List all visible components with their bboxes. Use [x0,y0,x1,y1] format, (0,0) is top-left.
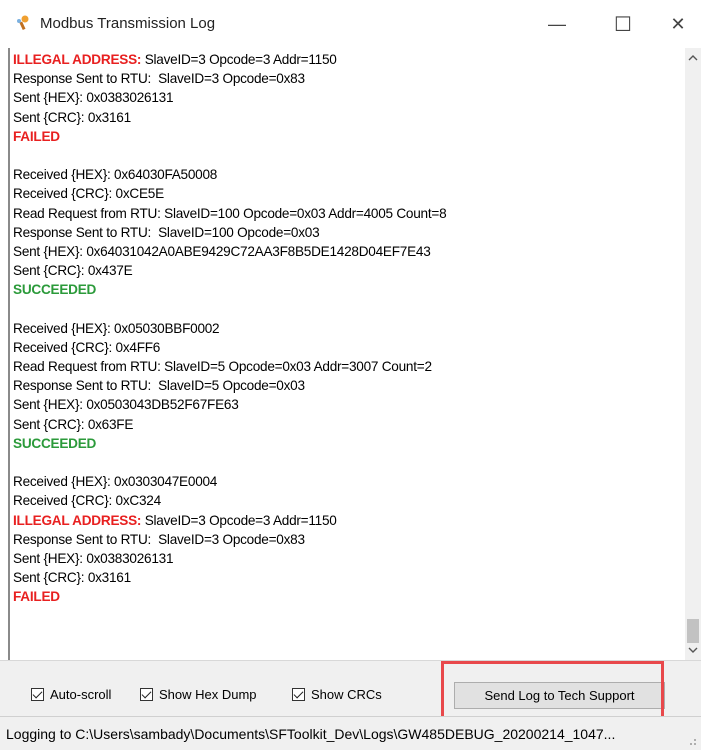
log-line-text: Response Sent to RTU: SlaveID=3 Opcode=0… [13,71,305,87]
log-line-text: Response Sent to RTU: SlaveID=5 Opcode=0… [13,378,305,394]
log-line: Sent {HEX}: 0x0383026131 [13,549,683,568]
log-line: Response Sent to RTU: SlaveID=3 Opcode=0… [13,530,683,549]
log-line-text: SlaveID=3 Opcode=3 Addr=1150 [141,52,337,67]
show-crcs-checkbox[interactable]: Show CRCs [292,687,382,702]
log-line: ILLEGAL ADDRESS: SlaveID=3 Opcode=3 Addr… [13,511,683,530]
log-line: Response Sent to RTU: SlaveID=3 Opcode=0… [13,69,683,88]
log-line-text: Sent {CRC}: 0x437E [13,263,133,279]
auto-scroll-label: Auto-scroll [50,687,112,702]
log-line: ILLEGAL ADDRESS: SlaveID=3 Opcode=3 Addr… [13,50,683,69]
title-bar: Modbus Transmission Log — ☐ ✕ [0,0,701,48]
log-line: Sent {CRC}: 0x3161 [13,108,683,127]
log-line: Response Sent to RTU: SlaveID=100 Opcode… [13,223,683,242]
log-line-text: Sent {HEX}: 0x0383026131 [13,550,174,566]
resize-grip-icon[interactable] [687,736,697,746]
modbus-app-icon [17,15,29,31]
log-text-area[interactable]: ILLEGAL ADDRESS: SlaveID=3 Opcode=3 Addr… [8,48,701,660]
window-title: Modbus Transmission Log [40,15,216,32]
highlight-box [441,661,664,723]
log-line: FAILED [13,587,683,606]
log-line: Sent {CRC}: 0x437E [13,261,683,280]
checkmark-icon[interactable] [140,688,153,701]
log-line-text: Response Sent to RTU: SlaveID=3 Opcode=0… [13,531,305,547]
log-line-text: Received {HEX}: 0x64030FA50008 [13,167,218,183]
log-content: ILLEGAL ADDRESS: SlaveID=3 Opcode=3 Addr… [13,50,683,606]
log-line-text: Sent {CRC}: 0x3161 [13,570,131,586]
show-crcs-label: Show CRCs [311,687,382,702]
log-line-text: Sent {HEX}: 0x64031042A0ABE9429C72AA3F8B… [13,243,431,259]
checkmark-icon[interactable] [31,688,44,701]
scroll-thumb[interactable] [687,619,699,643]
log-line-text: Received {HEX}: 0x0303047E0004 [13,474,218,490]
log-line-text: Read Request from RTU: SlaveID=5 Opcode=… [13,359,432,374]
log-line-text: Response Sent to RTU: SlaveID=100 Opcode… [13,224,320,240]
log-error-prefix: ILLEGAL ADDRESS: [13,52,142,67]
log-line-text: Received {HEX}: 0x05030BBF0002 [13,320,220,336]
log-line: Received {HEX}: 0x05030BBF0002 [13,319,683,338]
log-line-text: Received {CRC}: 0xC324 [13,493,161,509]
log-line-text: SUCCEEDED [13,282,97,298]
log-line: Received {CRC}: 0xC324 [13,491,683,510]
status-bar: Logging to C:\Users\sambady\Documents\SF… [0,716,701,750]
log-line: Received {HEX}: 0x64030FA50008 [13,165,683,184]
log-line: SUCCEEDED [13,280,683,299]
log-line-text: SlaveID=3 Opcode=3 Addr=1150 [141,512,337,528]
log-line: Received {HEX}: 0x0303047E0004 [13,472,683,491]
log-line-text: SUCCEEDED [13,435,97,451]
minimize-button[interactable]: — [543,10,571,38]
log-line-text: Sent {HEX}: 0x0503043DB52F67FE63 [13,397,239,413]
vertical-scrollbar[interactable] [685,48,701,660]
close-button[interactable]: ✕ [664,10,692,38]
log-line: Sent {HEX}: 0x0503043DB52F67FE63 [13,395,683,414]
log-line: Sent {CRC}: 0x63FE [13,415,683,434]
chevron-up-icon[interactable] [685,50,701,66]
chevron-down-icon[interactable] [685,642,701,658]
log-line: Sent {HEX}: 0x0383026131 [13,88,683,107]
log-line: Read Request from RTU: SlaveID=100 Opcod… [13,204,683,223]
log-line-text: Sent {HEX}: 0x0383026131 [13,90,174,106]
checkmark-icon[interactable] [292,688,305,701]
log-line: Received {CRC}: 0x4FF6 [13,338,683,357]
log-line: SUCCEEDED [13,434,683,453]
log-line: Sent {CRC}: 0x3161 [13,568,683,587]
log-line: Sent {HEX}: 0x64031042A0ABE9429C72AA3F8B… [13,242,683,261]
log-line-text: Received {CRC}: 0x4FF6 [13,339,161,355]
log-line-text: FAILED [13,589,60,605]
show-hex-dump-label: Show Hex Dump [159,687,257,702]
log-line-text: Received {CRC}: 0xCE5E [13,186,164,202]
auto-scroll-checkbox[interactable]: Auto-scroll [31,687,111,702]
log-line: Response Sent to RTU: SlaveID=5 Opcode=0… [13,376,683,395]
log-line-text: Sent {CRC}: 0x3161 [13,109,131,125]
log-line: FAILED [13,127,683,146]
log-line: Received {CRC}: 0xCE5E [13,184,683,203]
log-line-text: FAILED [13,128,60,144]
maximize-button[interactable]: ☐ [609,10,637,38]
status-text: Logging to C:\Users\sambady\Documents\SF… [6,726,616,742]
log-error-prefix: ILLEGAL ADDRESS: [13,512,142,528]
log-line: Read Request from RTU: SlaveID=5 Opcode=… [13,357,683,376]
log-line-text: Sent {CRC}: 0x63FE [13,416,134,432]
show-hex-dump-checkbox[interactable]: Show Hex Dump [140,687,257,702]
log-line-text: Read Request from RTU: SlaveID=100 Opcod… [13,205,447,221]
